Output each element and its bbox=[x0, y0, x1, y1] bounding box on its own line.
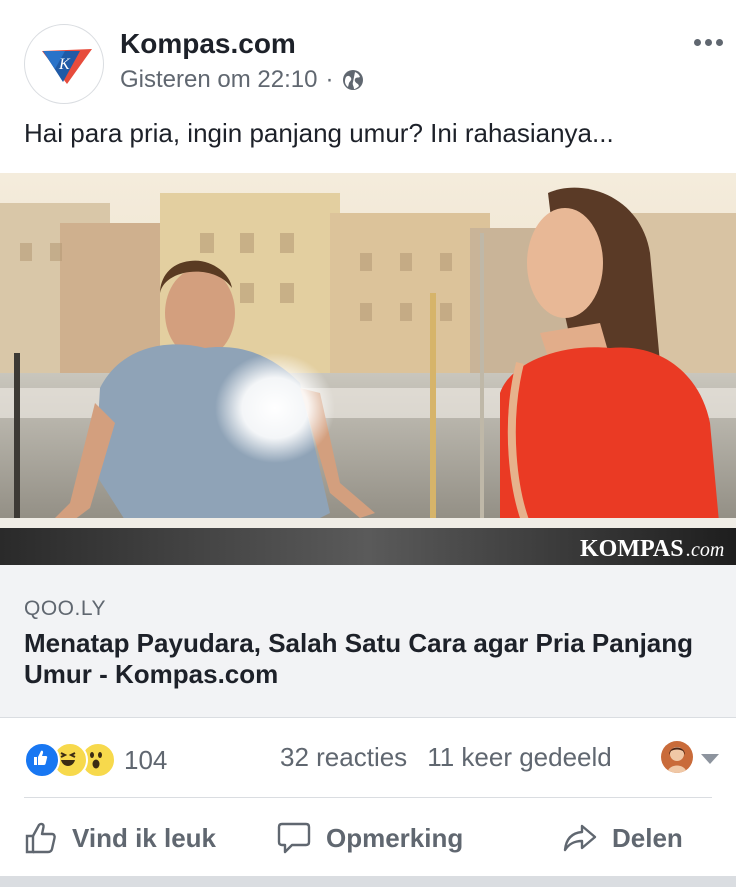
like-reaction-icon bbox=[24, 742, 60, 778]
share-label: Delen bbox=[612, 822, 683, 853]
post-header: K Kompas.com Gisteren om 22:10 · bbox=[0, 0, 736, 120]
feed-separator bbox=[0, 876, 736, 887]
watermark-kompas: KOMPAS bbox=[580, 536, 684, 562]
action-bar: Vind ik leuk Opmerking Delen bbox=[0, 810, 736, 866]
photo-illustration: KOMPAS .com bbox=[0, 173, 736, 565]
share-button[interactable]: Delen bbox=[562, 810, 683, 866]
comment-button[interactable]: Opmerking bbox=[276, 810, 463, 866]
post-timestamp[interactable]: Gisteren om 22:10 bbox=[120, 66, 317, 94]
comment-bubble-icon bbox=[277, 822, 311, 854]
post-meta: Gisteren om 22:10 · bbox=[120, 66, 365, 94]
globe-icon bbox=[343, 70, 364, 90]
shares-count[interactable]: 11 keer gedeeld bbox=[427, 742, 612, 773]
page-avatar[interactable]: K bbox=[24, 24, 104, 104]
meta-separator: · bbox=[325, 66, 334, 93]
comment-label: Opmerking bbox=[326, 822, 464, 853]
post-message: Hai para pria, ingin panjang umur? Ini r… bbox=[24, 118, 614, 148]
post-photo[interactable]: KOMPAS .com bbox=[0, 173, 736, 565]
audience-dropdown-icon[interactable] bbox=[701, 754, 719, 764]
share-arrow-icon bbox=[563, 824, 597, 852]
kompas-logo-icon: K bbox=[42, 49, 92, 84]
like-button[interactable]: Vind ik leuk bbox=[24, 810, 216, 866]
link-title[interactable]: Menatap Payudara, Salah Satu Cara agar P… bbox=[24, 628, 714, 690]
post-stats: 32 reacties 11 keer gedeeld bbox=[280, 742, 612, 773]
reaction-summary[interactable]: 104 bbox=[24, 740, 167, 780]
watermark-com: .com bbox=[686, 539, 724, 561]
page-name[interactable]: Kompas.com bbox=[120, 28, 296, 60]
viewer-avatar[interactable] bbox=[661, 741, 693, 773]
actions-divider bbox=[24, 797, 712, 798]
comments-count[interactable]: 32 reacties bbox=[280, 742, 407, 773]
svg-text:K: K bbox=[58, 56, 71, 73]
thumbs-up-icon bbox=[25, 822, 56, 854]
reaction-count: 104 bbox=[124, 744, 168, 775]
more-options-icon[interactable] bbox=[694, 32, 726, 52]
like-label: Vind ik leuk bbox=[72, 822, 217, 853]
link-domain: QOO.LY bbox=[24, 597, 106, 620]
